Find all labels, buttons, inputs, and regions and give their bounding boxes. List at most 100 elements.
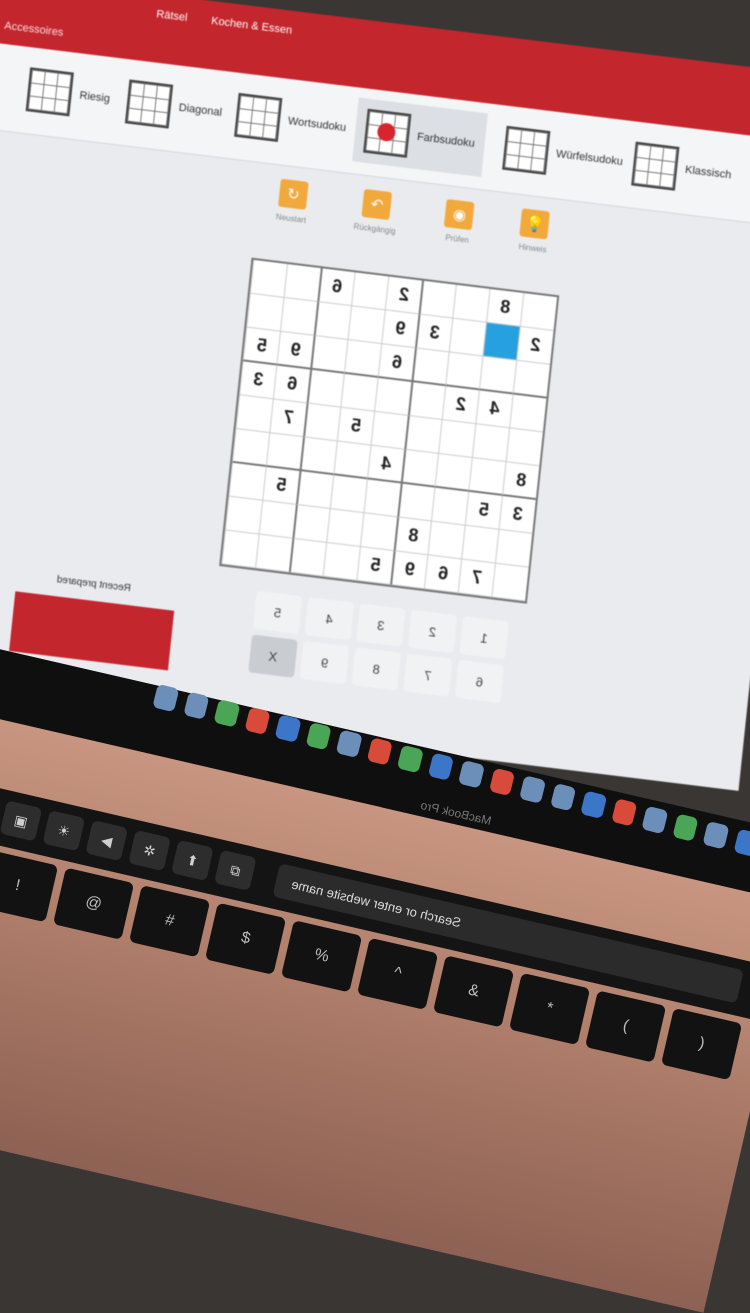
variant-tab[interactable]: Riesig — [25, 57, 114, 131]
sudoku-cell[interactable] — [452, 284, 490, 323]
variant-tab[interactable]: Klassisch — [630, 132, 734, 208]
sudoku-cell[interactable]: 5 — [242, 327, 280, 366]
dock-app-icon[interactable] — [182, 691, 210, 720]
dock-app-icon[interactable] — [305, 721, 332, 751]
sudoku-cell[interactable] — [303, 403, 341, 442]
sudoku-cell[interactable] — [224, 496, 263, 535]
sudoku-cell[interactable] — [292, 504, 330, 543]
variant-tab[interactable]: Wortsudoku — [233, 83, 349, 160]
sudoku-cell[interactable] — [430, 487, 469, 526]
sudoku-cell[interactable] — [427, 521, 465, 560]
sudoku-cell[interactable] — [494, 529, 533, 568]
sudoku-cell[interactable] — [461, 525, 499, 564]
erase-button[interactable]: X — [248, 634, 298, 678]
sudoku-cell[interactable] — [265, 433, 304, 472]
dock-app-icon[interactable] — [549, 782, 577, 812]
sudoku-cell[interactable]: 8 — [393, 517, 431, 556]
number-key[interactable]: 6 — [454, 659, 505, 704]
sudoku-cell[interactable] — [478, 356, 517, 395]
sudoku-cell[interactable] — [491, 563, 529, 602]
sudoku-cell[interactable] — [295, 471, 334, 509]
sudoku-cell[interactable]: 4 — [475, 390, 513, 429]
number-key[interactable]: 7 — [403, 653, 453, 697]
restart-button[interactable]: ↻ Neustart — [275, 178, 310, 225]
settings-icon[interactable]: ✲ — [128, 829, 171, 872]
number-key[interactable]: 4 — [304, 597, 355, 641]
sudoku-cell[interactable] — [411, 348, 449, 387]
sudoku-cell[interactable] — [445, 352, 483, 391]
dock-app-icon[interactable] — [702, 820, 730, 850]
variant-tab-active[interactable]: Farbsudoku — [352, 97, 488, 178]
nav-item[interactable]: Kochen & Essen — [211, 15, 293, 37]
sudoku-cell[interactable] — [279, 297, 318, 336]
sudoku-cell[interactable]: 9 — [381, 310, 419, 349]
sudoku-cell[interactable]: 2 — [384, 276, 423, 315]
number-key[interactable]: 5 — [252, 590, 303, 635]
sudoku-cell[interactable] — [363, 479, 401, 518]
sudoku-cell[interactable] — [482, 322, 520, 361]
nav-item[interactable]: Rätsel — [156, 8, 188, 24]
sudoku-cell[interactable] — [407, 382, 446, 420]
sudoku-cell[interactable] — [283, 264, 321, 302]
dock-app-icon[interactable] — [488, 767, 516, 797]
sudoku-cell[interactable] — [322, 542, 360, 581]
sudoku-cell[interactable]: 6 — [423, 555, 462, 594]
dock-app-icon[interactable] — [427, 752, 455, 781]
sudoku-cell[interactable] — [306, 369, 344, 408]
volume-icon[interactable]: ◀ — [85, 820, 129, 862]
sudoku-cell[interactable] — [329, 475, 367, 514]
dock-app-icon[interactable] — [641, 805, 668, 835]
sudoku-cell[interactable] — [468, 457, 506, 496]
sudoku-cell[interactable] — [351, 272, 389, 311]
tabs-icon[interactable]: ⧉ — [213, 849, 257, 891]
number-key[interactable]: 8 — [351, 647, 402, 691]
dock-app-icon[interactable] — [457, 759, 485, 789]
dock-app-icon[interactable] — [610, 798, 638, 827]
sudoku-cell[interactable] — [471, 424, 510, 463]
touchbar-button[interactable]: ▣ — [0, 800, 43, 842]
sudoku-cell[interactable] — [231, 428, 270, 467]
sudoku-cell[interactable]: 7 — [457, 559, 495, 598]
number-key[interactable]: 3 — [356, 603, 406, 647]
brightness-icon[interactable]: ☀ — [42, 810, 86, 852]
sudoku-cell[interactable] — [288, 538, 327, 577]
sudoku-cell[interactable] — [418, 280, 456, 319]
sudoku-cell[interactable]: 9 — [276, 331, 314, 370]
sudoku-cell[interactable]: 3 — [239, 361, 277, 400]
sudoku-cell[interactable] — [370, 411, 408, 450]
sudoku-cell[interactable] — [310, 335, 348, 374]
sudoku-cell[interactable] — [228, 462, 266, 501]
dock-app-icon[interactable] — [366, 737, 393, 766]
dock-app-icon[interactable] — [152, 683, 179, 713]
share-icon[interactable]: ⬆ — [171, 839, 214, 882]
sudoku-cell[interactable] — [400, 449, 439, 488]
sudoku-cell[interactable]: 3 — [498, 495, 536, 534]
sudoku-cell[interactable]: 9 — [390, 551, 428, 590]
sudoku-cell[interactable] — [340, 373, 378, 412]
sudoku-cell[interactable]: 6 — [377, 344, 415, 383]
sudoku-cell[interactable] — [333, 441, 371, 480]
number-key[interactable]: 2 — [407, 609, 458, 654]
sudoku-cell[interactable] — [326, 508, 364, 547]
sudoku-cell[interactable] — [374, 377, 412, 416]
sudoku-cell[interactable]: 5 — [336, 407, 375, 446]
sudoku-cell[interactable] — [249, 259, 288, 298]
variant-tab[interactable]: Diagonal — [124, 70, 225, 145]
variant-tab[interactable]: Würfelsudoku — [501, 116, 626, 194]
sudoku-cell[interactable] — [313, 301, 352, 340]
hint-button[interactable]: 💡 Hinweis — [518, 208, 551, 255]
undo-button[interactable]: ↶ Rückgängig — [353, 188, 399, 236]
sudoku-cell[interactable] — [255, 534, 293, 573]
sudoku-cell[interactable]: 5 — [464, 491, 502, 530]
sudoku-cell[interactable]: 4 — [366, 445, 405, 484]
dock-app-icon[interactable] — [519, 775, 546, 804]
sudoku-cell[interactable] — [434, 453, 472, 492]
sudoku-cell[interactable]: 6 — [317, 268, 355, 307]
dock-app-icon[interactable] — [732, 828, 750, 858]
sudoku-cell[interactable]: 3 — [414, 314, 453, 353]
sudoku-cell[interactable] — [448, 318, 487, 357]
sudoku-cell[interactable] — [299, 437, 337, 476]
sudoku-cell[interactable] — [397, 483, 435, 522]
dock-app-icon[interactable] — [274, 714, 302, 743]
sudoku-cell[interactable]: 8 — [486, 288, 524, 327]
